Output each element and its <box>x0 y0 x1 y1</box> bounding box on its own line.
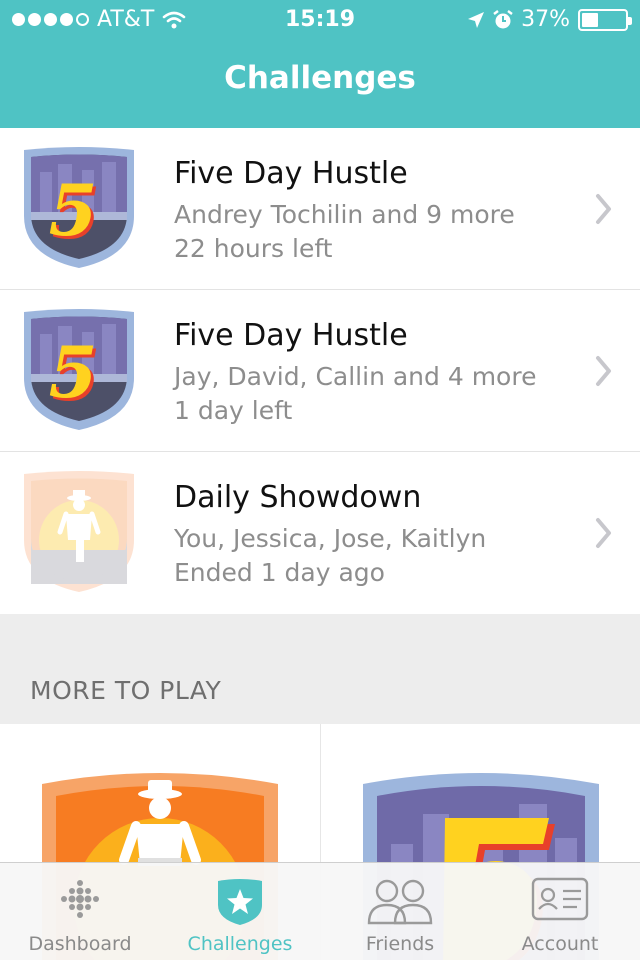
location-arrow-icon <box>468 11 485 28</box>
challenge-title: Five Day Hustle <box>174 318 408 353</box>
challenge-time-left: 22 hours left <box>174 234 333 263</box>
challenge-participants: Jay, David, Callin and 4 more <box>174 362 537 391</box>
chevron-right-icon <box>596 518 611 548</box>
challenge-time-left: 1 day left <box>174 396 293 425</box>
people-icon <box>367 879 433 925</box>
tab-label: Dashboard <box>28 933 132 955</box>
challenge-row[interactable]: 5 5 Five Day Hustle Andrey Tochilin and … <box>0 128 640 290</box>
battery-percent: 37% <box>521 7 570 32</box>
tab-account[interactable]: Account <box>480 863 640 960</box>
challenge-participants: Andrey Tochilin and 9 more <box>174 200 515 229</box>
chevron-right-icon <box>596 194 611 224</box>
svg-text:5: 5 <box>49 169 98 252</box>
more-to-play-heading: MORE TO PLAY <box>30 676 222 705</box>
alarm-icon <box>493 9 513 28</box>
svg-text:5: 5 <box>49 331 98 414</box>
tab-label: Friends <box>365 933 435 955</box>
challenge-participants: You, Jessica, Jose, Kaitlyn <box>174 524 487 553</box>
challenge-title: Five Day Hustle <box>174 156 408 191</box>
five-day-hustle-badge-icon: 5 5 <box>24 147 134 268</box>
tab-bar: Dashboard Challenges Friends Account <box>0 862 640 960</box>
header: AT&T 15:19 37% Challenges <box>0 0 640 128</box>
challenge-time-left: Ended 1 day ago <box>174 558 385 587</box>
daily-showdown-badge-icon <box>24 471 134 592</box>
page-title: Challenges <box>224 60 416 96</box>
challenge-list: 5 5 Five Day Hustle Andrey Tochilin and … <box>0 128 640 614</box>
five-day-hustle-badge-icon: 5 5 <box>24 309 134 430</box>
chevron-right-icon <box>596 356 611 386</box>
star-shield-icon <box>218 879 262 925</box>
battery-icon <box>578 8 632 31</box>
tab-challenges[interactable]: Challenges <box>160 863 320 960</box>
id-card-icon <box>531 877 589 921</box>
status-bar: AT&T 15:19 37% <box>0 0 640 40</box>
battery-level <box>582 12 598 27</box>
tab-label: Account <box>521 933 599 955</box>
fitbit-dots-icon <box>61 880 99 918</box>
challenge-row[interactable]: 5 5 Five Day Hustle Jay, David, Callin a… <box>0 290 640 452</box>
challenge-row[interactable]: Daily Showdown You, Jessica, Jose, Kaitl… <box>0 452 640 614</box>
tab-dashboard[interactable]: Dashboard <box>0 863 160 960</box>
tab-friends[interactable]: Friends <box>320 863 480 960</box>
tab-label: Challenges <box>187 933 293 955</box>
challenge-title: Daily Showdown <box>174 480 422 515</box>
